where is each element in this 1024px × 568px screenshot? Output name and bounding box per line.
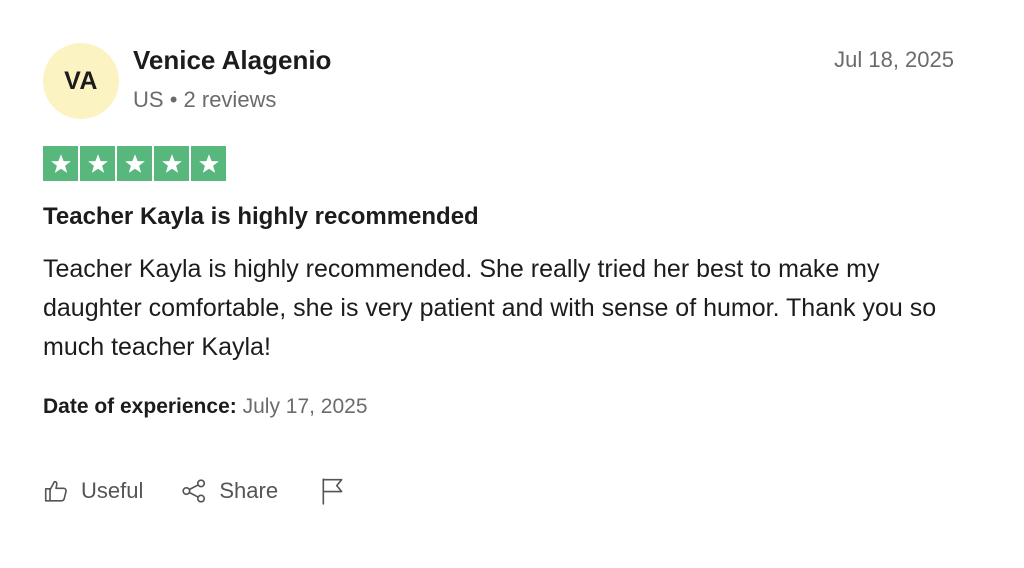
share-button[interactable]: Share: [181, 478, 278, 504]
report-button[interactable]: [320, 477, 346, 505]
star-rating: [43, 146, 226, 181]
star-icon: [191, 146, 226, 181]
star-icon: [43, 146, 78, 181]
review-body: Teacher Kayla is highly recommended. She…: [43, 255, 937, 361]
review-date: Jul 18, 2025: [834, 47, 954, 72]
star-icon: [80, 146, 115, 181]
review-title[interactable]: Teacher Kayla is highly recommended: [43, 203, 479, 231]
experience-date: July 17, 2025: [242, 395, 368, 418]
flag-icon: [320, 477, 346, 505]
avatar: VA: [43, 43, 119, 119]
date-of-experience: Date of experience: July 17, 2025: [43, 395, 368, 419]
useful-label: Useful: [81, 478, 144, 503]
thumbs-up-icon: [43, 478, 69, 504]
avatar-initials: VA: [64, 66, 98, 95]
review-card: VA Venice Alagenio US • 2 reviews Jul 18…: [0, 0, 1024, 568]
meta-separator: •: [169, 87, 178, 112]
experience-label: Date of experience:: [43, 395, 237, 418]
useful-button[interactable]: Useful: [43, 478, 143, 504]
share-icon: [181, 478, 207, 504]
star-icon: [117, 146, 152, 181]
share-label: Share: [219, 478, 279, 503]
star-icon: [154, 146, 189, 181]
reviewer-meta: US • 2 reviews: [133, 87, 276, 113]
reviewer-country: US: [133, 87, 164, 112]
review-actions: Useful Share: [43, 477, 346, 505]
reviewer-review-count: 2 reviews: [183, 87, 277, 112]
reviewer-name[interactable]: Venice Alagenio: [133, 45, 331, 76]
